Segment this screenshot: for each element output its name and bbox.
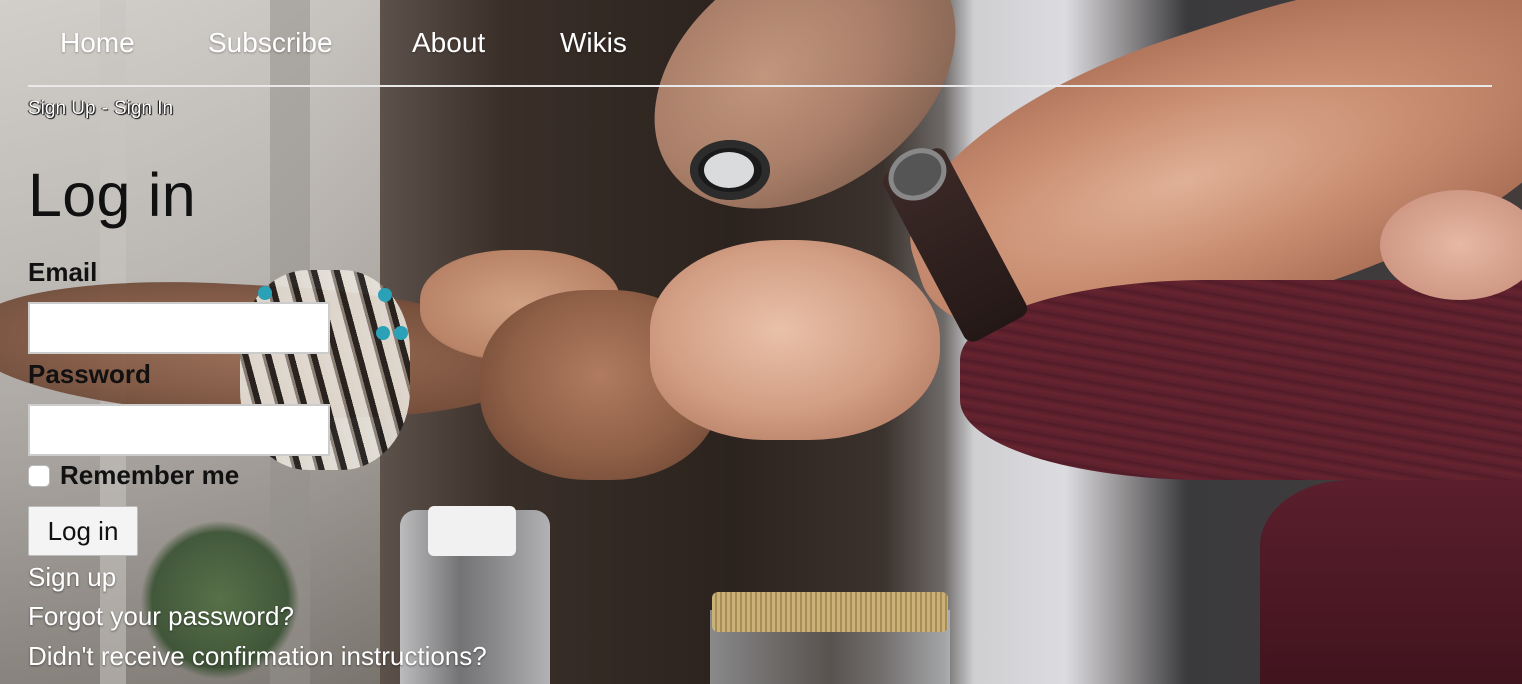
nav-about-link[interactable]: About (412, 27, 485, 59)
subnav-sign-up-link[interactable]: Sign Up (28, 98, 96, 119)
nav-home-link[interactable]: Home (60, 27, 135, 59)
remember-me-label: Remember me (60, 460, 240, 490)
account-subnav: Sign Up - Sign In (28, 98, 173, 120)
nav-subscribe-link[interactable]: Subscribe (208, 27, 333, 59)
subnav-separator: - (101, 98, 108, 119)
remember-me-row: Remember me (28, 460, 239, 491)
forgot-password-link[interactable]: Forgot your password? (28, 601, 294, 632)
email-label: Email (28, 257, 98, 287)
confirmation-instructions-link[interactable]: Didn't receive confirmation instructions… (28, 641, 487, 672)
main-nav: Home Subscribe About Wikis (28, 0, 1492, 87)
subnav-sign-in-link[interactable]: Sign In (114, 98, 173, 119)
login-button[interactable]: Log in (28, 506, 138, 556)
page-title: Log in (28, 161, 197, 229)
nav-wikis-link[interactable]: Wikis (560, 27, 627, 59)
password-field[interactable] (28, 404, 330, 456)
password-label: Password (28, 359, 151, 389)
email-field[interactable] (28, 302, 330, 354)
sign-up-link[interactable]: Sign up (28, 562, 116, 593)
remember-me-checkbox[interactable] (28, 464, 50, 487)
